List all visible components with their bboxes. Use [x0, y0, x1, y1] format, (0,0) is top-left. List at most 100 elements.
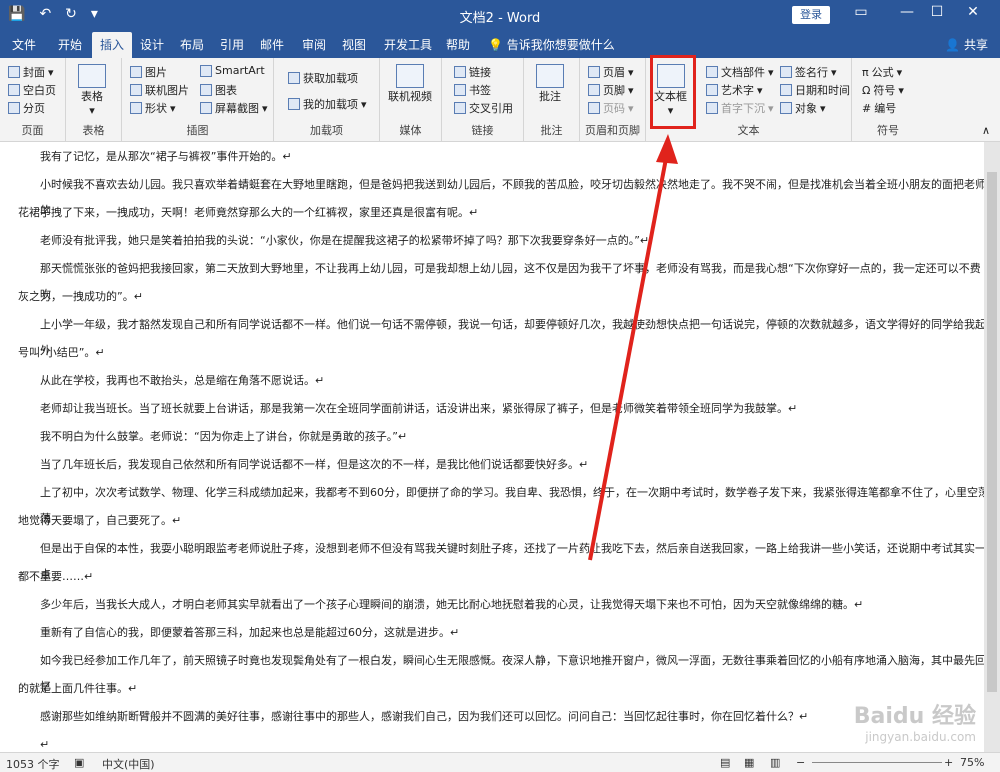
- paragraph: 号叫“小结巴”。↵: [18, 346, 105, 359]
- paragraph: 从此在学校，我再也不敢抬头，总是缩在角落不愿说话。↵: [40, 374, 325, 387]
- paragraph: 多少年后，当我长大成人，才明白老师其实早就看出了一个孩子心理瞬间的崩溃，她无比耐…: [40, 598, 864, 611]
- blank-page-button[interactable]: 空白页: [8, 82, 56, 98]
- page-number-icon: [588, 102, 600, 114]
- zoom-slider[interactable]: [812, 762, 942, 763]
- paragraph: 当了几年班长后，我发现自己依然和所有同学说话都不一样，但是这次的不一样，是我比他…: [40, 458, 589, 471]
- paragraph: 我不明白为什么鼓掌。老师说：“因为你走上了讲台，你就是勇敢的孩子。”↵: [40, 430, 408, 443]
- screenshot-icon: [200, 102, 212, 114]
- zoom-out-icon[interactable]: −: [796, 756, 805, 769]
- tell-me-search[interactable]: 💡 告诉我你想要做什么: [488, 36, 615, 53]
- tab-developer[interactable]: 开发工具: [384, 36, 432, 53]
- paragraph: 花裙子拽了下来，一拽成功，天啊！老师竟然穿那么大的一个红裤衩，家里还真是很富有呢…: [18, 206, 479, 219]
- group-label-header-footer: 页眉和页脚: [585, 124, 640, 137]
- calendar-icon: [780, 84, 792, 96]
- tab-mailings[interactable]: 邮件: [260, 36, 284, 53]
- get-addins-button[interactable]: 获取加载项: [288, 70, 358, 86]
- share-label: 共享: [963, 38, 988, 52]
- date-time-button[interactable]: 日期和时间: [780, 82, 850, 98]
- table-button[interactable]: 表格 ▾: [78, 64, 106, 117]
- my-addins-button[interactable]: 我的加载项 ▾: [288, 96, 367, 112]
- link-button[interactable]: 链接: [454, 64, 491, 80]
- title-bar: 💾 ↶ ↻ ▾ 文档2 - Word 登录 ▭ — ☐ ✕: [0, 0, 1000, 30]
- minimize-button[interactable]: —: [892, 4, 922, 20]
- zoom-level[interactable]: 75%: [960, 756, 984, 769]
- drop-cap-button[interactable]: 首字下沉 ▾: [706, 100, 774, 116]
- language-indicator[interactable]: 中文(中国): [102, 756, 155, 772]
- group-label-comments: 批注: [540, 124, 563, 137]
- picture-icon: [130, 66, 142, 78]
- pi-icon: π: [862, 65, 869, 79]
- login-button[interactable]: 登录: [792, 6, 830, 24]
- tab-home[interactable]: 开始: [58, 36, 82, 53]
- maximize-button[interactable]: ☐: [922, 4, 952, 20]
- paragraph: 我有了记忆，是从那次“裙子与裤衩”事件开始的。↵: [40, 150, 292, 163]
- symbol-button[interactable]: Ω 符号 ▾: [862, 82, 904, 98]
- video-icon: [396, 64, 424, 88]
- person-icon: 👤: [945, 38, 964, 52]
- ribbon-tabs: 文件 开始 插入 设计 布局 引用 邮件 审阅 视图 开发工具 帮助 💡 告诉我…: [0, 30, 1000, 59]
- footer-button[interactable]: 页脚 ▾: [588, 82, 634, 98]
- quick-parts-button[interactable]: 文档部件 ▾: [706, 64, 774, 80]
- page-number-button[interactable]: 页码 ▾: [588, 100, 634, 116]
- page-break-button[interactable]: 分页: [8, 100, 45, 116]
- tab-review[interactable]: 审阅: [302, 36, 326, 53]
- footer-icon: [588, 84, 600, 96]
- paragraph: 老师没有批评我，她只是笑着拍拍我的头说：“小家伙，你是在提醒我这裙子的松紧带坏掉…: [40, 234, 650, 247]
- signature-icon: [780, 66, 792, 78]
- zoom-in-icon[interactable]: +: [944, 756, 953, 769]
- document-page[interactable]: 我有了记忆，是从那次“裙子与裤衩”事件开始的。↵ 小时候我不喜欢去幼儿园。我只喜…: [0, 142, 984, 752]
- tab-design[interactable]: 设计: [140, 36, 164, 53]
- vertical-scrollbar[interactable]: [984, 142, 1000, 752]
- header-button[interactable]: 页眉 ▾: [588, 64, 634, 80]
- omega-icon: Ω: [862, 83, 871, 97]
- tab-layout[interactable]: 布局: [180, 36, 204, 53]
- chart-icon: [200, 84, 212, 96]
- bookmark-button[interactable]: 书签: [454, 82, 491, 98]
- scrollbar-thumb[interactable]: [987, 172, 997, 692]
- hash-icon: #: [862, 101, 872, 115]
- paragraph: 都不重要……↵: [18, 570, 94, 583]
- number-button[interactable]: # 编号: [862, 100, 896, 116]
- tab-file[interactable]: 文件: [12, 36, 36, 53]
- tab-insert[interactable]: 插入: [92, 32, 133, 59]
- group-header-footer: 页眉 ▾ 页脚 ▾ 页码 ▾ 页眉和页脚: [580, 58, 646, 142]
- cover-page-icon: [8, 66, 20, 78]
- page-break-icon: [8, 102, 20, 114]
- group-illustrations: 图片 联机图片 形状 ▾ SmartArt 图表 屏幕截图 ▾ 插图: [122, 58, 274, 142]
- word-count[interactable]: 1053 个字: [6, 756, 60, 772]
- screenshot-button[interactable]: 屏幕截图 ▾: [200, 100, 268, 116]
- collapse-ribbon-icon[interactable]: ∧: [982, 124, 990, 137]
- tab-references[interactable]: 引用: [220, 36, 244, 53]
- cover-page-button[interactable]: 封面 ▾: [8, 64, 54, 80]
- tab-help[interactable]: 帮助: [446, 36, 470, 53]
- web-layout-icon[interactable]: ▥: [770, 756, 780, 769]
- wordart-button[interactable]: 艺术字 ▾: [706, 82, 763, 98]
- signature-line-button[interactable]: 签名行 ▾: [780, 64, 837, 80]
- paragraph: 地觉得天要塌了，自己要死了。↵: [18, 514, 182, 527]
- online-pictures-button[interactable]: 联机图片: [130, 82, 189, 98]
- share-button[interactable]: 👤 共享: [945, 36, 988, 53]
- wordart-icon: [706, 84, 718, 96]
- online-video-button[interactable]: 联机视频: [388, 64, 432, 104]
- group-comments: 批注 批注: [524, 58, 580, 142]
- cross-reference-button[interactable]: 交叉引用: [454, 100, 513, 116]
- group-label-pages: 页面: [21, 124, 44, 137]
- read-mode-icon[interactable]: ▤: [720, 756, 730, 769]
- status-bar: 1053 个字 ▣ 中文(中国) ▤ ▦ ▥ − + 75%: [0, 752, 1000, 772]
- proofing-icon[interactable]: ▣: [74, 756, 84, 769]
- object-button[interactable]: 对象 ▾: [780, 100, 826, 116]
- ribbon-display-icon[interactable]: ▭: [846, 4, 876, 20]
- close-button[interactable]: ✕: [958, 4, 988, 20]
- smartart-button[interactable]: SmartArt: [200, 64, 265, 77]
- print-layout-icon[interactable]: ▦: [744, 756, 754, 769]
- group-label-links: 链接: [471, 124, 494, 137]
- paragraph: ↵: [40, 738, 50, 751]
- tab-view[interactable]: 视图: [342, 36, 366, 53]
- chart-button[interactable]: 图表: [200, 82, 237, 98]
- comment-button[interactable]: 批注: [536, 64, 564, 104]
- quick-parts-icon: [706, 66, 718, 78]
- shapes-button[interactable]: 形状 ▾: [130, 100, 176, 116]
- equation-button[interactable]: π 公式 ▾: [862, 64, 902, 80]
- online-picture-icon: [130, 84, 142, 96]
- pictures-button[interactable]: 图片: [130, 64, 167, 80]
